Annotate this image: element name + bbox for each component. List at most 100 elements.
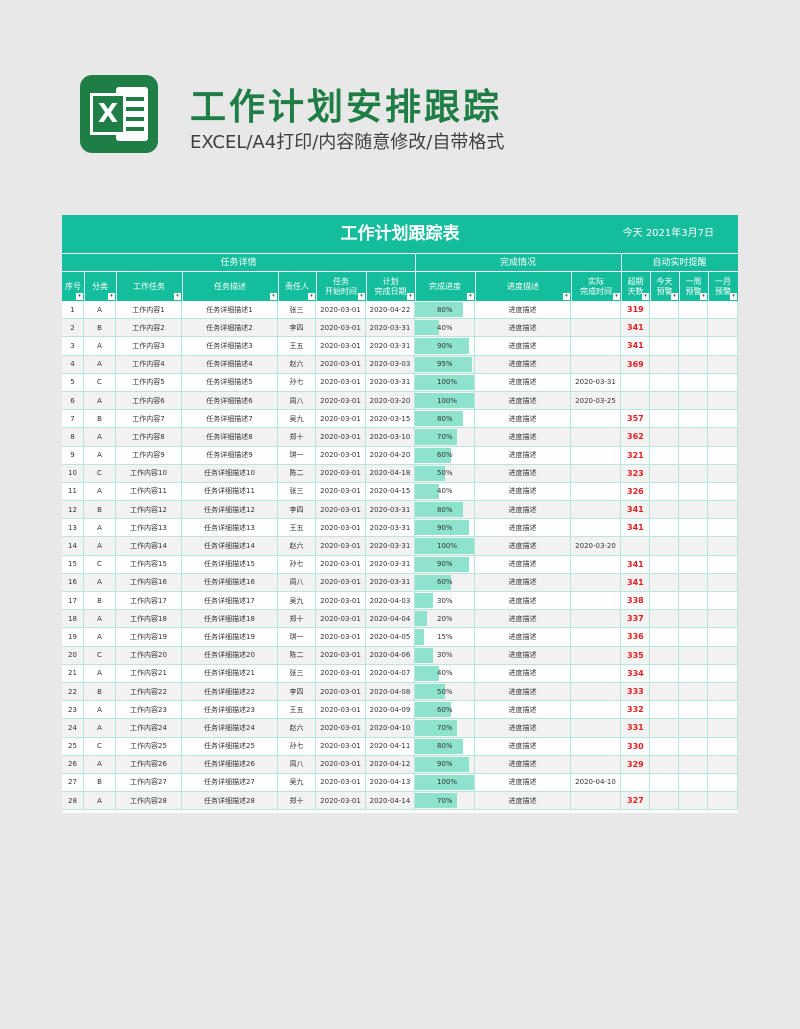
progress-desc-cell[interactable]: 进度描述: [475, 482, 571, 501]
table-row[interactable]: 4 A 工作内容4 任务详细描述4 赵六 2020-03-01 2020-03-03 95% 进…: [62, 355, 738, 374]
plan-date-cell[interactable]: 2020-03-03: [366, 355, 415, 373]
row-number[interactable]: 26: [62, 755, 84, 773]
overdue-days-cell[interactable]: 333: [621, 682, 650, 701]
week-alert-cell[interactable]: [679, 301, 708, 319]
table-row[interactable]: 3 A 工作内容3 任务详细描述3 王五 2020-03-01 2020-03-31 90% 进…: [62, 337, 738, 356]
today-alert-cell[interactable]: [650, 319, 679, 337]
start-date-cell[interactable]: 2020-03-01: [316, 537, 366, 555]
start-date-cell[interactable]: 2020-03-01: [316, 319, 366, 337]
owner-cell[interactable]: 陈二: [278, 464, 316, 482]
progress-cell[interactable]: 100%: [415, 391, 475, 410]
month-alert-cell[interactable]: [708, 391, 738, 410]
today-alert-cell[interactable]: [650, 792, 679, 810]
description-cell[interactable]: 任务详细描述12: [182, 501, 278, 519]
today-alert-cell[interactable]: [650, 555, 679, 573]
start-date-cell[interactable]: 2020-03-01: [316, 373, 366, 391]
progress-desc-cell[interactable]: 进度描述: [475, 555, 571, 573]
task-cell[interactable]: 工作内容5: [116, 373, 182, 391]
start-date-cell[interactable]: 2020-03-01: [316, 428, 366, 446]
start-date-cell[interactable]: 2020-03-01: [316, 555, 366, 573]
category-cell[interactable]: A: [84, 519, 116, 537]
progress-desc-cell[interactable]: 进度描述: [475, 301, 571, 319]
description-cell[interactable]: 任务详细描述5: [182, 373, 278, 391]
start-date-cell[interactable]: 2020-03-01: [316, 391, 366, 410]
month-alert-cell[interactable]: [708, 337, 738, 355]
description-cell[interactable]: 任务详细描述4: [182, 355, 278, 373]
category-cell[interactable]: A: [84, 428, 116, 446]
task-cell[interactable]: 工作内容22: [116, 682, 182, 701]
owner-cell[interactable]: 李四: [278, 682, 316, 701]
progress-desc-cell[interactable]: 进度描述: [475, 773, 571, 792]
category-cell[interactable]: A: [84, 792, 116, 810]
today-alert-cell[interactable]: [650, 628, 679, 646]
overdue-days-cell[interactable]: 330: [621, 737, 650, 755]
week-alert-cell[interactable]: [679, 592, 708, 610]
actual-date-cell[interactable]: [571, 701, 621, 719]
plan-date-cell[interactable]: 2020-04-03: [366, 592, 415, 610]
description-cell[interactable]: 任务详细描述22: [182, 682, 278, 701]
plan-date-cell[interactable]: 2020-04-12: [366, 755, 415, 773]
actual-date-cell[interactable]: 2020-04-10: [571, 773, 621, 792]
description-cell[interactable]: 任务详细描述25: [182, 737, 278, 755]
plan-date-cell[interactable]: 2020-03-31: [366, 519, 415, 537]
progress-desc-cell[interactable]: 进度描述: [475, 792, 571, 810]
today-alert-cell[interactable]: [650, 701, 679, 719]
plan-date-cell[interactable]: 2020-04-05: [366, 628, 415, 646]
start-date-cell[interactable]: 2020-03-01: [316, 355, 366, 373]
category-cell[interactable]: A: [84, 301, 116, 319]
today-alert-cell[interactable]: [650, 410, 679, 428]
category-cell[interactable]: A: [84, 610, 116, 628]
owner-cell[interactable]: 赵六: [278, 355, 316, 373]
owner-cell[interactable]: 张三: [278, 664, 316, 682]
progress-cell[interactable]: 90%: [415, 519, 475, 537]
category-cell[interactable]: A: [84, 573, 116, 591]
owner-cell[interactable]: 孙七: [278, 555, 316, 573]
dropdown-arrow-icon[interactable]: ▾: [270, 293, 277, 300]
start-date-cell[interactable]: 2020-03-01: [316, 301, 366, 319]
progress-desc-cell[interactable]: 进度描述: [475, 755, 571, 773]
progress-cell[interactable]: 30%: [415, 646, 475, 664]
table-row[interactable]: 16 A 工作内容16 任务详细描述16 周八 2020-03-01 2020-03-31 6…: [62, 573, 738, 592]
row-number[interactable]: 28: [62, 792, 84, 810]
progress-desc-cell[interactable]: 进度描述: [475, 719, 571, 737]
overdue-days-cell[interactable]: 341: [621, 519, 650, 537]
row-number[interactable]: 6: [62, 391, 84, 410]
row-number[interactable]: 19: [62, 628, 84, 646]
category-cell[interactable]: C: [84, 373, 116, 391]
category-cell[interactable]: A: [84, 355, 116, 373]
description-cell[interactable]: 任务详细描述9: [182, 446, 278, 464]
row-number[interactable]: 9: [62, 446, 84, 464]
actual-date-cell[interactable]: [571, 355, 621, 373]
row-number[interactable]: 4: [62, 355, 84, 373]
dropdown-arrow-icon[interactable]: ▾: [174, 293, 181, 300]
week-alert-cell[interactable]: [679, 664, 708, 682]
owner-cell[interactable]: 周八: [278, 573, 316, 591]
row-number[interactable]: 12: [62, 501, 84, 519]
plan-date-cell[interactable]: 2020-03-15: [366, 410, 415, 428]
today-alert-cell[interactable]: [650, 428, 679, 446]
today-alert-cell[interactable]: [650, 519, 679, 537]
description-cell[interactable]: 任务详细描述24: [182, 719, 278, 737]
owner-cell[interactable]: 李四: [278, 501, 316, 519]
row-number[interactable]: 25: [62, 737, 84, 755]
dropdown-arrow-icon[interactable]: ▾: [642, 293, 649, 300]
start-date-cell[interactable]: 2020-03-01: [316, 737, 366, 755]
today-alert-cell[interactable]: [650, 482, 679, 501]
progress-cell[interactable]: 80%: [415, 301, 475, 319]
actual-date-cell[interactable]: [571, 446, 621, 464]
description-cell[interactable]: 任务详细描述2: [182, 319, 278, 337]
actual-date-cell[interactable]: [571, 682, 621, 701]
category-cell[interactable]: A: [84, 337, 116, 355]
month-alert-cell[interactable]: [708, 646, 738, 664]
actual-date-cell[interactable]: [571, 737, 621, 755]
week-alert-cell[interactable]: [679, 446, 708, 464]
progress-desc-cell[interactable]: 进度描述: [475, 410, 571, 428]
category-cell[interactable]: B: [84, 319, 116, 337]
description-cell[interactable]: 任务详细描述20: [182, 646, 278, 664]
overdue-days-cell[interactable]: 362: [621, 428, 650, 446]
table-row[interactable]: 20 C 工作内容20 任务详细描述20 陈二 2020-03-01 2020-04-06 3…: [62, 646, 738, 665]
today-alert-cell[interactable]: [650, 773, 679, 792]
actual-date-cell[interactable]: [571, 319, 621, 337]
description-cell[interactable]: 任务详细描述13: [182, 519, 278, 537]
start-date-cell[interactable]: 2020-03-01: [316, 592, 366, 610]
